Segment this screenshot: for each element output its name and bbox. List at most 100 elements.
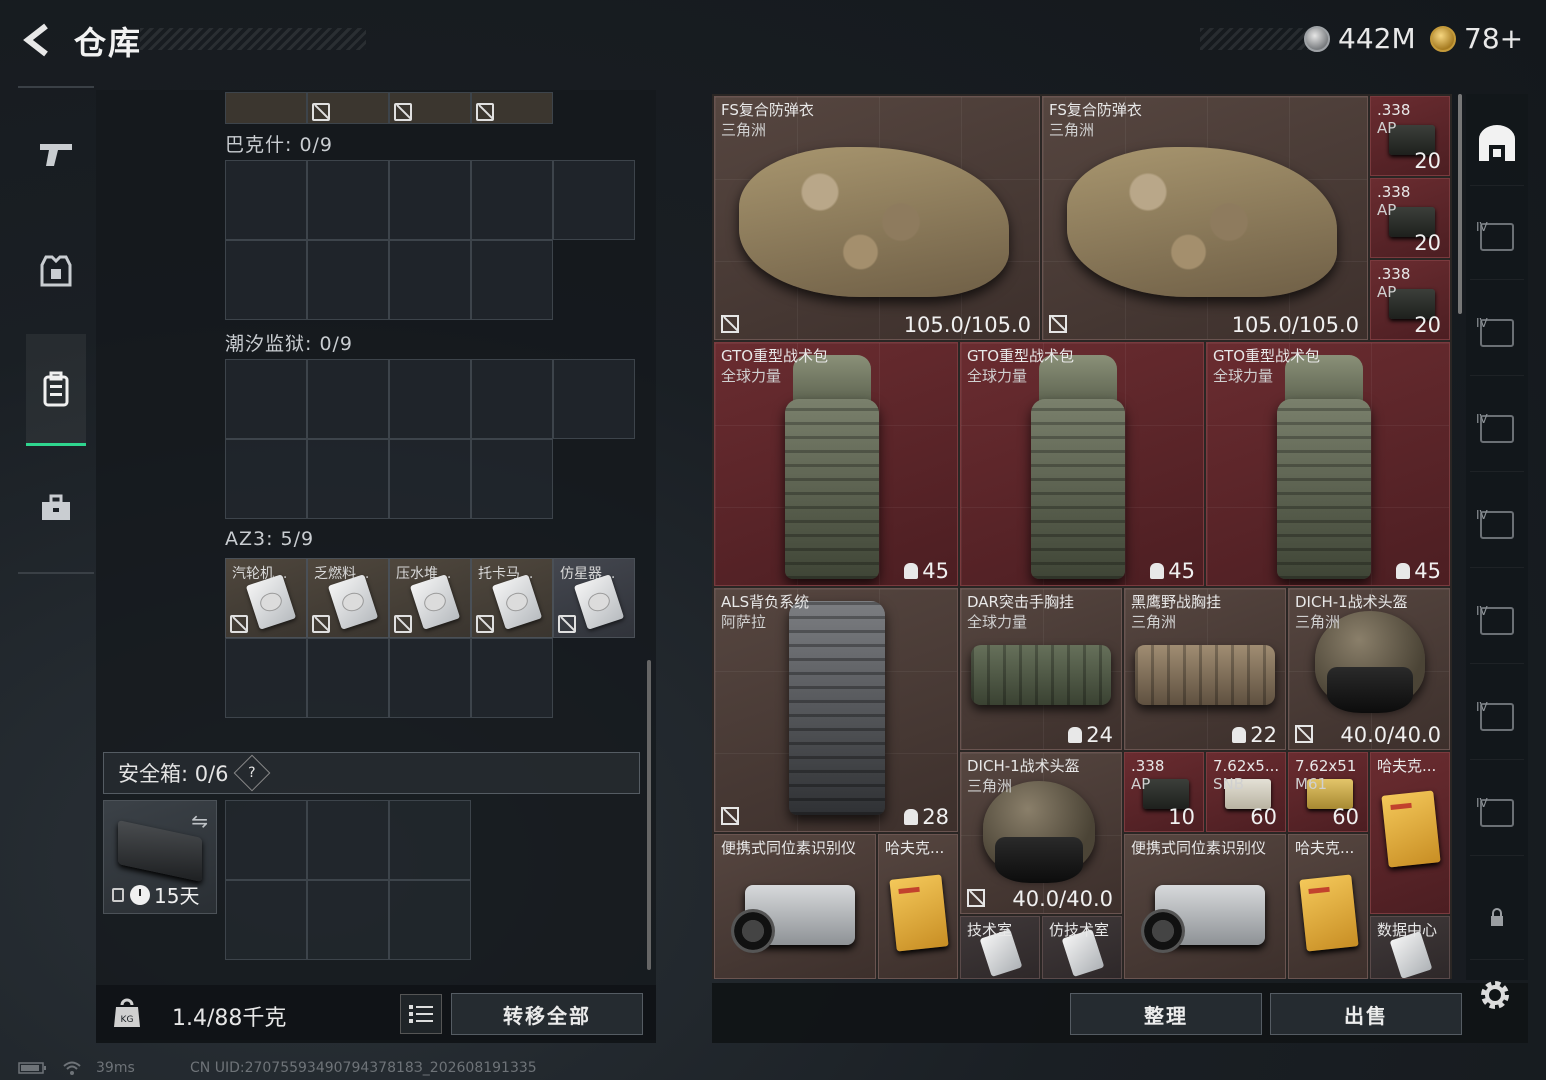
- safebox-case[interactable]: ⇋ 15天: [103, 800, 217, 914]
- backpack-icon: [1031, 399, 1125, 579]
- storage-tab-main[interactable]: [1470, 100, 1524, 186]
- grid-slot[interactable]: [225, 160, 307, 240]
- grid-slot[interactable]: [307, 240, 389, 320]
- grid-slot[interactable]: [307, 359, 389, 439]
- grid-slot[interactable]: [389, 359, 471, 439]
- grid-slot[interactable]: [307, 439, 389, 519]
- inventory-item-ammo[interactable]: .338 AP 20: [1370, 96, 1450, 176]
- item-count: 10: [1168, 805, 1195, 829]
- inventory-item-device[interactable]: 便携式同位素识别仪: [714, 834, 876, 979]
- grid-slot[interactable]: [471, 439, 553, 519]
- item-name: 技术室: [967, 921, 1013, 939]
- inventory-item-backpack[interactable]: GTO重型战术包 全球力量 45: [960, 342, 1204, 586]
- storage-tab-5[interactable]: IV: [1470, 482, 1524, 568]
- weapon-tab[interactable]: [26, 124, 86, 184]
- inventory-item-backpack[interactable]: GTO重型战术包 全球力量 45: [1206, 342, 1450, 586]
- inventory-item-vest[interactable]: FS复合防弹衣 三角洲 105.0/105.0: [714, 96, 1040, 340]
- inventory-item-chest-rig[interactable]: 黑鹰野战胸挂 三角洲 22: [1124, 588, 1286, 750]
- az3-item[interactable]: 汽轮机...: [225, 558, 307, 638]
- inventory-item-backpack[interactable]: ALS背负系统 阿萨拉 28: [714, 588, 958, 832]
- inventory-item-document[interactable]: 哈夫克...: [1370, 752, 1450, 914]
- container-scrollbar[interactable]: [647, 660, 651, 970]
- inventory-item-chest-rig[interactable]: DAR突击手胸挂 全球力量 24: [960, 588, 1122, 750]
- storage-tab-2[interactable]: IV: [1470, 194, 1524, 280]
- inventory-item-ammo[interactable]: .338 AP 10: [1124, 752, 1204, 832]
- sort-button[interactable]: 整理: [1070, 993, 1262, 1035]
- transfer-all-button[interactable]: 转移全部: [451, 993, 643, 1035]
- storage-tab-8[interactable]: IV: [1470, 770, 1524, 856]
- grid-slot[interactable]: [225, 240, 307, 320]
- az3-item[interactable]: 托卡马...: [471, 558, 553, 638]
- grid-slot[interactable]: [307, 638, 389, 718]
- grid-slot[interactable]: [389, 880, 471, 960]
- armor-icon: [40, 255, 72, 287]
- az3-item[interactable]: 压水堆...: [389, 558, 471, 638]
- no-transfer-icon: [230, 615, 248, 633]
- grid-slot[interactable]: [307, 880, 389, 960]
- grid-slot[interactable]: [389, 439, 471, 519]
- swap-icon[interactable]: ⇋: [191, 809, 208, 833]
- az3-item[interactable]: 乏燃料...: [307, 558, 389, 638]
- inventory-item-ammo[interactable]: .338 AP 20: [1370, 260, 1450, 340]
- list-view-button[interactable]: [400, 994, 442, 1034]
- inventory-item-document[interactable]: 技术室: [960, 916, 1040, 979]
- help-button[interactable]: ?: [233, 754, 270, 792]
- storage-tab-4[interactable]: IV: [1470, 386, 1524, 472]
- item-slot[interactable]: [471, 92, 553, 124]
- inventory-item-ammo[interactable]: 7.62x5... SNB 60: [1206, 752, 1286, 832]
- storage-lock[interactable]: [1470, 874, 1524, 960]
- inventory-scrollbar[interactable]: [1458, 94, 1462, 314]
- inventory-item-ammo[interactable]: .338 AP 20: [1370, 178, 1450, 258]
- capacity-icon: [904, 809, 919, 825]
- item-slot[interactable]: [389, 92, 471, 124]
- toolbox-tab[interactable]: [26, 478, 86, 538]
- settings-gear-icon[interactable]: [1476, 976, 1514, 1014]
- inventory-item-document[interactable]: 数据中心: [1370, 916, 1450, 979]
- inventory-item-helmet[interactable]: DICH-1战术头盔 三角洲 40.0/40.0: [960, 752, 1122, 914]
- grid-slot[interactable]: [471, 359, 553, 439]
- inventory-item-document[interactable]: 哈夫克...: [878, 834, 958, 979]
- grid-slot[interactable]: [471, 160, 553, 240]
- grid-slot[interactable]: [389, 800, 471, 880]
- storage-tab-3[interactable]: IV: [1470, 290, 1524, 376]
- grid-slot[interactable]: [389, 160, 471, 240]
- inventory-item-vest[interactable]: FS复合防弹衣 三角洲 105.0/105.0: [1042, 96, 1368, 340]
- storage-tab-7[interactable]: IV: [1470, 674, 1524, 760]
- left-category-nav: [18, 86, 94, 574]
- item-count: 20: [1414, 313, 1441, 337]
- item-name: DICH-1战术头盔: [967, 757, 1080, 775]
- inventory-item-device[interactable]: 便携式同位素识别仪: [1124, 834, 1286, 979]
- inventory-item-helmet[interactable]: DICH-1战术头盔 三角洲 40.0/40.0: [1288, 588, 1450, 750]
- item-durability: 40.0/40.0: [1012, 887, 1113, 911]
- grid-slot[interactable]: [553, 359, 635, 439]
- grid-slot[interactable]: [225, 800, 307, 880]
- item-name: 哈夫克...: [1377, 757, 1437, 775]
- sell-button[interactable]: 出售: [1270, 993, 1462, 1035]
- grid-slot[interactable]: [307, 800, 389, 880]
- grid-slot[interactable]: [225, 638, 307, 718]
- item-slot[interactable]: [225, 92, 307, 124]
- grid-slot[interactable]: [471, 240, 553, 320]
- grid-slot[interactable]: [225, 439, 307, 519]
- silver-amount: 442M: [1338, 22, 1416, 55]
- inventory-item-document[interactable]: 哈夫克...: [1288, 834, 1368, 979]
- gold-currency[interactable]: 78+: [1430, 22, 1523, 55]
- az3-item[interactable]: 仿星器...: [553, 558, 635, 638]
- back-arrow-icon[interactable]: [18, 20, 58, 60]
- grid-slot[interactable]: [553, 160, 635, 240]
- grid-slot[interactable]: [225, 359, 307, 439]
- grid-slot[interactable]: [307, 160, 389, 240]
- grid-slot[interactable]: [389, 240, 471, 320]
- storage-add-icon: [1480, 414, 1514, 443]
- backpack-tab[interactable]: [26, 334, 86, 446]
- grid-slot[interactable]: [389, 638, 471, 718]
- grid-slot[interactable]: [471, 638, 553, 718]
- item-name: 便携式同位素识别仪: [721, 839, 857, 857]
- inventory-item-backpack[interactable]: GTO重型战术包 全球力量 45: [714, 342, 958, 586]
- storage-tab-6[interactable]: IV: [1470, 578, 1524, 664]
- armor-tab[interactable]: [26, 242, 86, 302]
- inventory-item-document[interactable]: 仿技术室: [1042, 916, 1122, 979]
- item-slot[interactable]: [307, 92, 389, 124]
- grid-slot[interactable]: [225, 880, 307, 960]
- inventory-item-ammo[interactable]: 7.62x51 M61 60: [1288, 752, 1368, 832]
